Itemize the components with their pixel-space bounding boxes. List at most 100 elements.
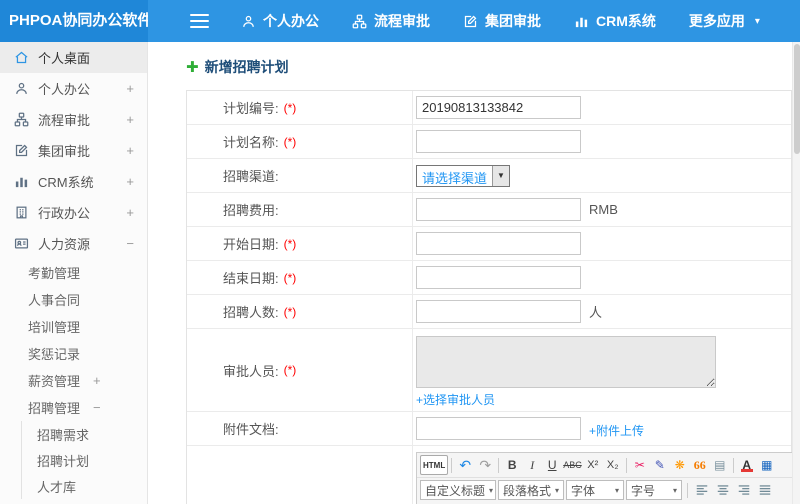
superscript-button[interactable]: X² bbox=[583, 455, 603, 475]
sidebar-item-label: 薪资管理 bbox=[28, 374, 81, 389]
plan-name-input[interactable] bbox=[416, 130, 581, 153]
form-row-plan-name: 计划名称: (*) bbox=[187, 125, 791, 159]
expand-plus-icon[interactable]: + bbox=[93, 373, 101, 388]
unordered-list-icon[interactable] bbox=[462, 500, 483, 504]
sidebar-item-recruitment-needs[interactable]: 招聘需求 bbox=[22, 421, 147, 447]
sidebar-item-salary[interactable]: 薪资管理 + bbox=[0, 367, 147, 394]
expand-plus-icon[interactable]: + bbox=[126, 205, 134, 220]
strikethrough-button[interactable]: ABC bbox=[562, 455, 583, 475]
sidebar-item-personnel-contract[interactable]: 人事合同 bbox=[0, 286, 147, 313]
sidebar-item-crm-system[interactable]: CRM系统 + bbox=[0, 166, 147, 197]
pencil-icon[interactable]: ✎ bbox=[650, 455, 670, 475]
subscript-button[interactable]: X₂ bbox=[603, 455, 623, 475]
field-label: 招聘渠道: bbox=[223, 169, 279, 184]
font-family-select[interactable]: 字体 ▾ bbox=[566, 480, 624, 500]
collapse-minus-icon[interactable]: − bbox=[126, 236, 134, 251]
format-brush-icon[interactable]: ❋ bbox=[670, 455, 690, 475]
plan-number-input[interactable] bbox=[416, 96, 581, 119]
field-label: 招聘人数: bbox=[223, 305, 279, 320]
sidebar-item-process-approval[interactable]: 流程审批 + bbox=[0, 104, 147, 135]
collapse-minus-icon[interactable]: − bbox=[93, 400, 101, 415]
sidebar-item-talent-pool[interactable]: 人才库 bbox=[22, 473, 147, 499]
underline-button[interactable]: U bbox=[542, 455, 562, 475]
app-title[interactable]: PHPOA协同办公软件 bbox=[0, 0, 148, 42]
blockquote-button[interactable]: 66 bbox=[690, 455, 710, 475]
paragraph-format-select[interactable]: 段落格式 ▾ bbox=[498, 480, 564, 500]
person-icon bbox=[241, 14, 256, 29]
sidebar-item-attendance[interactable]: 考勤管理 bbox=[0, 259, 147, 286]
vertical-scrollbar[interactable] bbox=[792, 42, 800, 504]
page-header: ✚ 新增招聘计划 bbox=[186, 57, 790, 77]
font-size-select[interactable]: 字号 ▾ bbox=[626, 480, 682, 500]
scrollbar-thumb[interactable] bbox=[794, 44, 800, 154]
align-right-icon[interactable] bbox=[733, 480, 754, 500]
sidebar-item-recruitment-plan[interactable]: 招聘计划 bbox=[22, 447, 147, 473]
custom-heading-select[interactable]: 自定义标题 ▾ bbox=[420, 480, 496, 500]
indent-icon[interactable] bbox=[441, 500, 462, 504]
align-left-icon[interactable] bbox=[691, 480, 712, 500]
cut-icon[interactable]: ✂ bbox=[630, 455, 650, 475]
topnav-personal-office[interactable]: 个人办公 bbox=[241, 11, 319, 31]
expand-plus-icon[interactable]: + bbox=[126, 112, 134, 127]
sidebar-item-label: 人力资源 bbox=[38, 237, 91, 252]
headcount-input[interactable] bbox=[416, 300, 581, 323]
channel-select[interactable]: 请选择渠道 ▼ bbox=[416, 164, 511, 187]
start-date-input[interactable] bbox=[416, 232, 581, 255]
topnav-process-approval[interactable]: 流程审批 bbox=[352, 11, 430, 31]
choose-approvers-link[interactable]: +选择审批人员 bbox=[416, 391, 495, 408]
table-icon[interactable]: ▤ bbox=[710, 455, 730, 475]
fee-input[interactable] bbox=[416, 198, 581, 221]
sidebar: 个人桌面 个人办公 + 流程审批 + 集团审批 + CRM系统 + 行政办公 +… bbox=[0, 42, 148, 504]
field-label: 结束日期: bbox=[223, 271, 279, 286]
sidebar-item-recruitment-management[interactable]: 招聘管理 − bbox=[0, 394, 147, 421]
align-justify-icon[interactable] bbox=[754, 480, 775, 500]
font-color-button[interactable]: A bbox=[737, 455, 757, 475]
topnav-group-approval[interactable]: 集团审批 bbox=[463, 11, 541, 31]
end-date-input[interactable] bbox=[416, 266, 581, 289]
form-row-plan-number: 计划编号: (*) bbox=[187, 91, 791, 125]
expand-plus-icon[interactable]: + bbox=[126, 81, 134, 96]
background-color-button[interactable]: ▦ bbox=[757, 455, 777, 475]
required-mark: (*) bbox=[283, 363, 297, 377]
attachment-upload-link[interactable]: +附件上传 bbox=[589, 422, 644, 439]
bold-button[interactable]: B bbox=[502, 455, 522, 475]
topnav-label: 个人办公 bbox=[263, 13, 319, 29]
topbar: PHPOA协同办公软件 个人办公 流程审批 集团审批 CRM系统 更多应用 ▾ bbox=[0, 0, 800, 42]
sidebar-item-group-approval[interactable]: 集团审批 + bbox=[0, 135, 147, 166]
form-row-end-date: 结束日期: (*) bbox=[187, 261, 791, 295]
expand-plus-icon[interactable]: + bbox=[126, 174, 134, 189]
sidebar-item-label: 培训管理 bbox=[28, 320, 81, 335]
sidebar-item-admin-office[interactable]: 行政办公 + bbox=[0, 197, 147, 228]
sidebar-item-human-resources[interactable]: 人力资源 − bbox=[0, 228, 147, 259]
topnav-label: 流程审批 bbox=[374, 13, 430, 29]
field-label: 招聘费用: bbox=[223, 203, 279, 218]
chart-icon bbox=[574, 14, 589, 29]
redo-button[interactable]: ↷ bbox=[475, 455, 495, 475]
sidebar-item-label: 考勤管理 bbox=[28, 266, 81, 281]
expand-plus-icon[interactable]: + bbox=[126, 143, 134, 158]
align-center-icon[interactable] bbox=[712, 480, 733, 500]
italic-button[interactable]: I bbox=[522, 455, 542, 475]
approvers-textarea[interactable] bbox=[416, 336, 716, 388]
sidebar-item-rewards[interactable]: 奖惩记录 bbox=[0, 340, 147, 367]
toolbar-separator bbox=[687, 482, 688, 498]
sidebar-group-human-resources: 考勤管理 人事合同 培训管理 奖惩记录 薪资管理 + 招聘管理 − 招聘需求 招… bbox=[0, 259, 147, 499]
html-source-button[interactable]: HTML bbox=[420, 455, 449, 475]
top-navigation: 个人办公 流程审批 集团审批 CRM系统 更多应用 ▾ bbox=[241, 11, 760, 31]
sidebar-item-training[interactable]: 培训管理 bbox=[0, 313, 147, 340]
outdent-icon[interactable] bbox=[420, 500, 441, 504]
caret-down-icon: ▾ bbox=[672, 485, 677, 495]
field-label: 审批人员: bbox=[223, 363, 279, 379]
topnav-label: CRM系统 bbox=[596, 13, 656, 29]
hamburger-menu-icon[interactable] bbox=[190, 10, 209, 32]
editor-toolbar-row1: HTML ↶ ↷ B I U ABC X² X₂ ✂ ✎ ❋ 66 ▤ A ▦ bbox=[417, 453, 792, 477]
ordered-list-icon[interactable] bbox=[483, 500, 504, 504]
topnav-more-apps[interactable]: 更多应用 ▾ bbox=[689, 11, 760, 31]
sidebar-item-label: 行政办公 bbox=[38, 206, 91, 221]
sidebar-item-personal-office[interactable]: 个人办公 + bbox=[0, 73, 147, 104]
attachment-input[interactable] bbox=[416, 417, 581, 440]
sidebar-item-personal-desktop[interactable]: 个人桌面 bbox=[0, 42, 147, 73]
required-mark: (*) bbox=[283, 134, 297, 149]
undo-button[interactable]: ↶ bbox=[455, 455, 475, 475]
topnav-crm-system[interactable]: CRM系统 bbox=[574, 11, 656, 31]
